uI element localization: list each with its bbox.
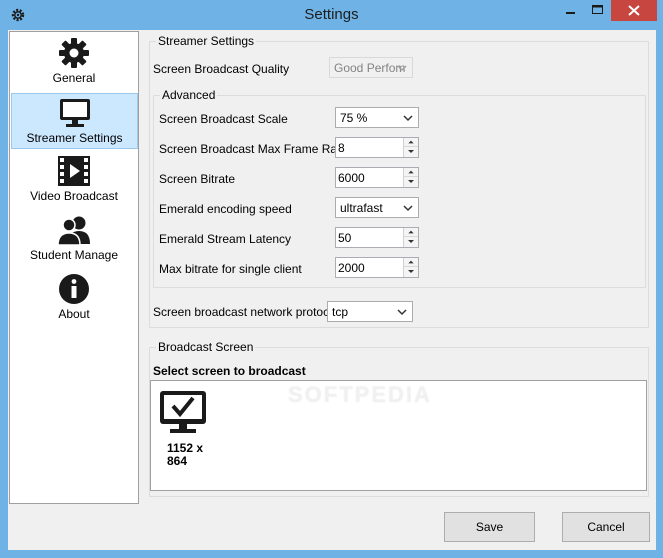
protocol-label: Screen broadcast network protocol: [153, 305, 339, 319]
sidebar-item-general[interactable]: General: [11, 34, 137, 90]
monitor-icon: [59, 99, 90, 127]
framerate-value: 8: [338, 141, 345, 155]
stepper-buttons: [403, 168, 418, 187]
maxbitrate-value: 2000: [338, 261, 365, 275]
screen-resolution: 1152 x 864: [167, 441, 204, 468]
stepper-up-icon[interactable]: [404, 138, 418, 147]
scale-select[interactable]: 75 %: [335, 107, 419, 128]
stepper-buttons: [403, 228, 418, 247]
monitor-check-icon: [160, 391, 206, 433]
bitrate-stepper[interactable]: 6000: [335, 167, 419, 188]
maximize-button[interactable]: [584, 0, 611, 21]
stepper-down-icon[interactable]: [404, 177, 418, 186]
stepper-down-icon[interactable]: [404, 237, 418, 246]
maxbitrate-stepper[interactable]: 2000: [335, 257, 419, 278]
stepper-up-icon[interactable]: [404, 228, 418, 237]
cancel-button[interactable]: Cancel: [562, 512, 650, 542]
protocol-value: tcp: [332, 305, 349, 319]
minimize-button[interactable]: [557, 0, 584, 21]
chevron-down-icon: [403, 205, 413, 212]
group-title: Streamer Settings: [156, 34, 257, 48]
gear-icon: [59, 38, 89, 68]
settings-window: Settings General Streamer Settings Video…: [0, 0, 663, 558]
encoding-select[interactable]: ultrafast: [335, 197, 419, 218]
framerate-stepper[interactable]: 8: [335, 137, 419, 158]
maximize-icon: [592, 5, 603, 14]
sidebar-item-label: Video Broadcast: [30, 189, 118, 203]
sidebar-item-label: About: [58, 307, 90, 321]
latency-label: Emerald Stream Latency: [159, 232, 292, 246]
stepper-up-icon[interactable]: [404, 168, 418, 177]
sidebar: General Streamer Settings Video Broadcas…: [9, 31, 139, 504]
watermark: SOFTPEDIA: [288, 382, 432, 407]
chevron-down-icon: [397, 309, 407, 316]
sidebar-item-about[interactable]: About: [11, 270, 137, 326]
select-screen-label: Select screen to broadcast: [153, 364, 306, 378]
sidebar-item-label: Streamer Settings: [26, 131, 123, 145]
chevron-down-icon: [403, 115, 413, 122]
stepper-buttons: [403, 258, 418, 277]
sidebar-item-video-broadcast[interactable]: Video Broadcast: [11, 152, 137, 208]
sidebar-item-streamer-settings[interactable]: Streamer Settings: [11, 93, 138, 149]
encoding-value: ultrafast: [340, 201, 383, 215]
sidebar-item-student-manage[interactable]: Student Manage: [11, 211, 137, 267]
bitrate-value: 6000: [338, 171, 365, 185]
group-title: Advanced: [160, 88, 218, 102]
chevron-down-icon: [397, 65, 407, 72]
scale-value: 75 %: [340, 111, 368, 125]
bitrate-label: Screen Bitrate: [159, 172, 236, 186]
save-button[interactable]: Save: [444, 512, 535, 542]
quality-label: Screen Broadcast Quality: [153, 62, 290, 76]
stepper-buttons: [403, 138, 418, 157]
client-area: General Streamer Settings Video Broadcas…: [8, 30, 656, 550]
minimize-icon: [566, 12, 575, 14]
sidebar-item-label: General: [52, 71, 96, 85]
quality-select: Good Perfom: [329, 57, 413, 78]
scale-label: Screen Broadcast Scale: [159, 112, 288, 126]
close-icon: [628, 5, 640, 16]
latency-stepper[interactable]: 50: [335, 227, 419, 248]
close-button[interactable]: [611, 0, 657, 21]
group-title: Broadcast Screen: [156, 340, 256, 354]
latency-value: 50: [338, 231, 352, 245]
encoding-label: Emerald encoding speed: [159, 202, 292, 216]
stepper-down-icon[interactable]: [404, 267, 418, 276]
framerate-label: Screen Broadcast Max Frame Rate: [159, 142, 348, 156]
users-icon: [57, 216, 90, 246]
stepper-up-icon[interactable]: [404, 258, 418, 267]
screen-tile[interactable]: 1152 x 864: [159, 389, 219, 479]
stepper-down-icon[interactable]: [404, 147, 418, 156]
title-bar[interactable]: Settings: [0, 0, 663, 30]
film-icon: [58, 156, 90, 186]
info-icon: [59, 274, 89, 304]
maxbitrate-label: Max bitrate for single client: [159, 262, 302, 276]
sidebar-item-label: Student Manage: [29, 248, 119, 262]
protocol-select[interactable]: tcp: [327, 301, 413, 322]
